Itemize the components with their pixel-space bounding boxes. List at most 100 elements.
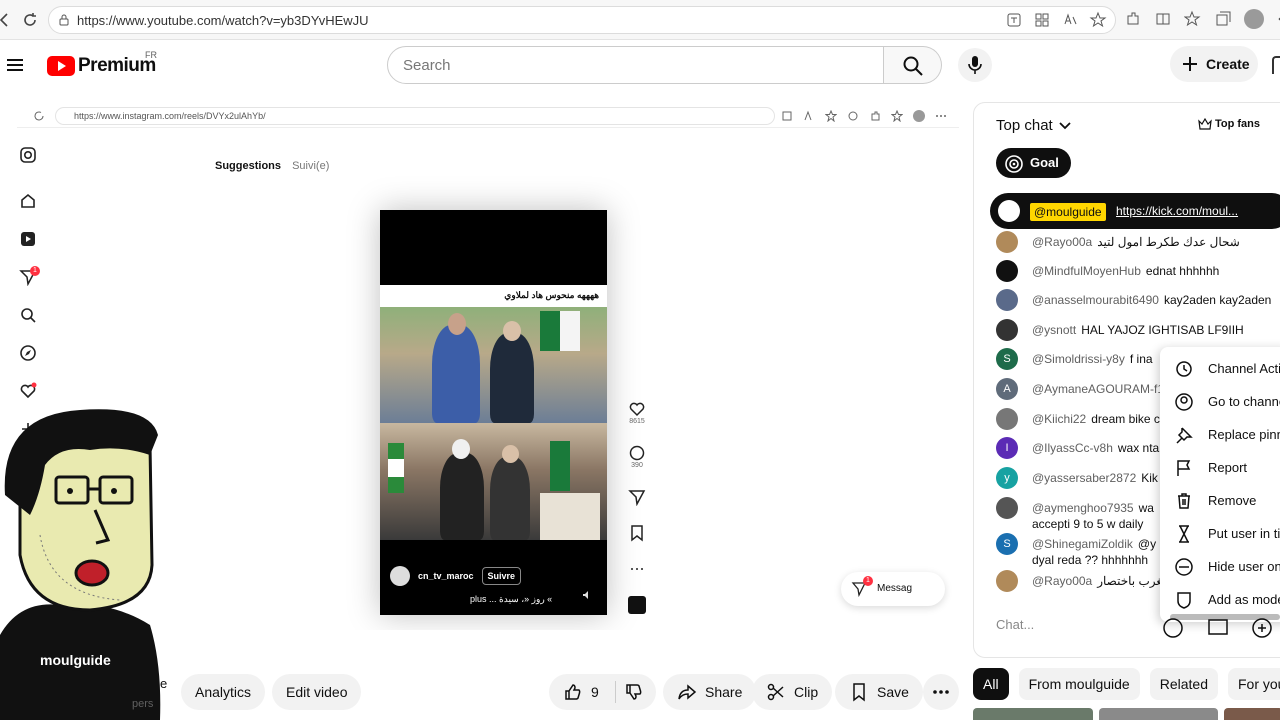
chat-input[interactable]: Chat... [996, 617, 1034, 632]
thumbs-up-icon[interactable] [563, 682, 583, 702]
reel-photo-bottom [380, 423, 607, 540]
pinned-message[interactable]: @moulguide https://kick.com/moul... [990, 193, 1280, 229]
chat-author-avatar[interactable] [996, 497, 1018, 519]
chat-author-avatar[interactable]: I [996, 437, 1018, 459]
create-label: Create [1206, 56, 1250, 72]
thumbnail[interactable] [1224, 708, 1280, 720]
top-fans-button[interactable]: Top fans [1198, 117, 1260, 131]
chat-author-name[interactable]: @Simoldrissi-y8y [1032, 352, 1125, 366]
chat-message[interactable]: @Rayo00a شحال عدك طكرط امول لتيد [996, 231, 1280, 253]
menu-replace-pinned[interactable]: Replace pinn [1160, 418, 1280, 451]
chat-author-name[interactable]: @Rayo00a [1032, 574, 1092, 588]
chat-author-name[interactable]: @ShinegamiZoldik [1032, 537, 1133, 551]
chat-author-name[interactable]: @Rayo00a [1032, 235, 1092, 249]
youtube-premium-logo[interactable]: Premium FR [47, 50, 157, 77]
chevron-down-icon [1059, 121, 1071, 129]
menu-icon[interactable] [4, 54, 26, 76]
chat-author-name[interactable]: @Kiichi22 [1032, 412, 1086, 426]
messages-label: Messag [877, 583, 913, 594]
chat-author-name[interactable]: @ysnott [1032, 323, 1076, 337]
menu-label: Report [1208, 460, 1248, 475]
recorded-refresh2-icon [848, 111, 858, 121]
edit-video-button[interactable]: Edit video [272, 674, 362, 710]
emoji-icon[interactable] [1162, 614, 1192, 640]
chat-author-avatar[interactable]: S [996, 533, 1018, 555]
chip-all[interactable]: All [973, 668, 1009, 700]
thumbnail[interactable] [973, 708, 1093, 720]
collections-icon[interactable] [1214, 10, 1232, 28]
person-head [503, 321, 521, 341]
profile-avatar[interactable] [1244, 9, 1264, 29]
favorites-icon[interactable] [1184, 10, 1202, 28]
address-bar[interactable]: https://www.youtube.com/watch?v=yb3DYvHE… [48, 6, 1116, 34]
add-reaction-icon[interactable] [1250, 614, 1274, 638]
search-button[interactable] [884, 46, 942, 84]
chat-author-avatar[interactable]: S [996, 348, 1018, 370]
chat-author-avatar[interactable]: y [996, 467, 1018, 489]
more-icon[interactable] [1276, 10, 1280, 28]
chip-for-you[interactable]: For you [1227, 668, 1280, 700]
chat-message-body: @Kiichi22 dream bike c [1032, 411, 1160, 427]
youtube-header: Premium FR Search Create [0, 40, 1280, 90]
recorded-star-icon [825, 110, 837, 122]
chat-message[interactable]: @MindfulMoyenHub ednat hhhhhh [996, 260, 1280, 282]
menu-go-to-channel[interactable]: Go to channe [1160, 385, 1280, 418]
analytics-button[interactable]: Analytics [181, 674, 266, 710]
menu-report[interactable]: Report [1160, 451, 1280, 484]
recorded-apps-icon [782, 111, 792, 121]
share-button[interactable]: Share [663, 674, 757, 710]
goal-button[interactable]: Goal [996, 148, 1071, 178]
search-input[interactable]: Search [387, 46, 884, 84]
chat-author-avatar[interactable] [996, 408, 1018, 430]
tab-suggestions: Suggestions [215, 160, 282, 172]
create-button[interactable]: Create [1170, 46, 1258, 82]
back-icon[interactable] [0, 10, 14, 30]
thumbs-down-icon[interactable] [624, 682, 644, 702]
read-aloud-icon[interactable] [1061, 11, 1079, 29]
chat-author-name[interactable]: @aymenghoo7935 [1032, 501, 1134, 515]
menu-label: Add as mode [1208, 592, 1280, 607]
favorite-star-icon[interactable] [1089, 11, 1107, 29]
reel-post: ههههه منحوس هاد لملاوي cn_tv_maroc Suivr… [380, 210, 607, 615]
country-code: FR [145, 50, 157, 60]
thumbnail[interactable] [1098, 708, 1219, 720]
top-chat-dropdown[interactable]: Top chat [996, 117, 1073, 134]
save-button[interactable]: Save [835, 674, 923, 710]
chat-author-name[interactable]: @anasselmourabit6490 [1032, 293, 1159, 307]
apps-icon[interactable] [1033, 11, 1051, 29]
notifications-icon[interactable] [1272, 56, 1280, 74]
chat-author-avatar[interactable]: A [996, 378, 1018, 400]
split-screen-icon[interactable] [1154, 10, 1172, 28]
chat-author-name[interactable]: @yassersaber2872 [1032, 471, 1136, 485]
menu-hide-user[interactable]: Hide user on [1160, 550, 1280, 583]
refresh-icon[interactable] [20, 10, 40, 30]
menu-remove[interactable]: Remove [1160, 484, 1280, 517]
chip-related[interactable]: Related [1149, 668, 1218, 700]
voice-search-button[interactable] [958, 48, 992, 82]
chat-author-name[interactable]: @MindfulMoyenHub [1032, 264, 1141, 278]
chat-author-avatar[interactable] [996, 319, 1018, 341]
extensions-icon[interactable] [1124, 10, 1142, 28]
chip-from-channel[interactable]: From moulguide [1018, 668, 1140, 700]
notification-badge: 1 [30, 266, 40, 276]
chat-author-avatar[interactable] [996, 570, 1018, 592]
menu-timeout[interactable]: Put user in ti [1160, 517, 1280, 550]
chat-author-name[interactable]: @AymaneAGOURAM-f1 [1032, 382, 1164, 396]
super-chat-icon[interactable] [1206, 614, 1230, 638]
url-text: https://www.youtube.com/watch?v=yb3DYvHE… [77, 13, 369, 28]
chat-message[interactable]: @ysnott HAL YAJOZ IGHTISAB LF9IIH [996, 319, 1280, 341]
chat-message-body: @anasselmourabit6490 kay2aden kay2aden [1032, 292, 1271, 308]
chat-message[interactable]: @anasselmourabit6490 kay2aden kay2aden [996, 289, 1280, 311]
chat-author-avatar[interactable] [996, 289, 1018, 311]
recorded-read-icon [804, 110, 812, 121]
translate-icon[interactable] [1005, 11, 1023, 29]
menu-channel-activity[interactable]: Channel Acti [1160, 352, 1280, 385]
pinned-link[interactable]: https://kick.com/moul... [1116, 204, 1238, 218]
menu-add-moderator[interactable]: Add as mode [1160, 583, 1280, 616]
follow-button: Suivre [481, 567, 522, 585]
chat-author-avatar[interactable] [996, 260, 1018, 282]
more-actions-button[interactable] [923, 674, 959, 710]
clip-button[interactable]: Clip [752, 674, 833, 710]
chat-author-avatar[interactable] [996, 231, 1018, 253]
chat-author-name[interactable]: @IlyassCc-v8h [1032, 441, 1113, 455]
